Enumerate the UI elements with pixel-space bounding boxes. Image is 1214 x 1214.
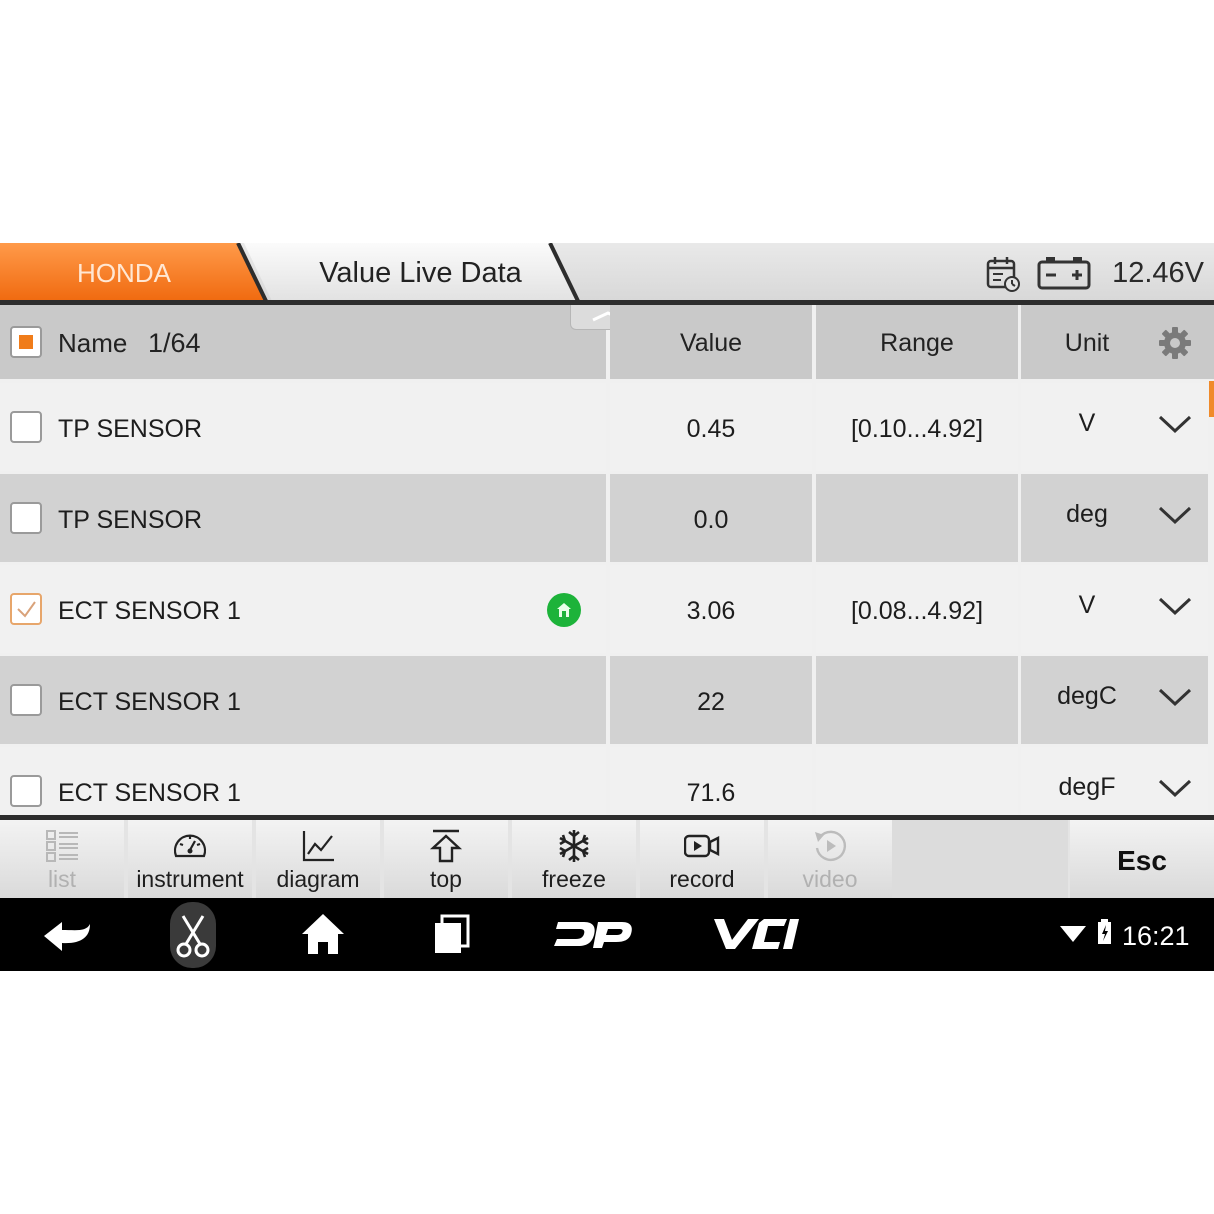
- sensor-unit: degC: [1057, 682, 1117, 710]
- sensor-range: [816, 747, 1018, 815]
- line-chart-icon: [302, 831, 334, 862]
- row-name-cell: ECT SENSOR 1: [0, 656, 606, 744]
- clock: 16:21: [1122, 921, 1190, 951]
- top-button[interactable]: top: [384, 820, 508, 898]
- instrument-button[interactable]: instrument: [128, 820, 252, 898]
- record-button[interactable]: record: [640, 820, 764, 898]
- list-button[interactable]: list: [0, 820, 124, 898]
- sensor-name: TP SENSOR: [58, 415, 203, 443]
- header-bar: HONDA Value Live Data 12.46V: [0, 243, 1214, 304]
- row-name-cell: TP SENSOR: [0, 474, 606, 562]
- battery-status-icon: [1098, 919, 1111, 944]
- table-row[interactable]: ECT SENSOR 1 71.6 degF: [0, 747, 1214, 815]
- list-label: list: [47, 866, 77, 892]
- unit-selector[interactable]: degF: [1021, 747, 1208, 815]
- system-navbar: 16:21: [0, 898, 1214, 971]
- table-row[interactable]: ECT SENSOR 1 3.06 [0.08...4.92] V: [0, 565, 1214, 653]
- esc-button[interactable]: Esc: [1070, 820, 1214, 898]
- unit-selector[interactable]: degC: [1021, 656, 1208, 744]
- row-name-cell: TP SENSOR: [0, 383, 606, 471]
- sensor-name: ECT SENSOR 1: [58, 779, 241, 807]
- row-name-cell: ECT SENSOR 1: [0, 565, 606, 653]
- instrument-label: instrument: [136, 866, 244, 892]
- freeze-label: freeze: [542, 866, 606, 892]
- sensor-unit: deg: [1066, 500, 1108, 528]
- chevron-down-icon: [1158, 688, 1192, 707]
- arrow-top-icon: [429, 829, 463, 863]
- snowflake-icon: [559, 830, 589, 862]
- top-label: top: [430, 866, 462, 892]
- list-icon: [46, 830, 78, 862]
- column-header-range: Range: [816, 305, 1018, 379]
- row-name-cell: ECT SENSOR 1: [0, 747, 606, 815]
- video-camera-icon: [684, 834, 720, 858]
- diagram-label: diagram: [276, 866, 360, 892]
- video-button[interactable]: video: [768, 820, 892, 898]
- back-icon[interactable]: [36, 898, 96, 971]
- sensor-range: [816, 474, 1018, 562]
- chevron-down-icon: [1158, 506, 1192, 525]
- sensor-name: ECT SENSOR 1: [58, 597, 241, 625]
- unit-selector[interactable]: deg: [1021, 474, 1208, 562]
- column-header-value: Value: [610, 305, 812, 379]
- checkmark-icon: [17, 601, 36, 618]
- app-screen: HONDA Value Live Data 12.46V Name 1/64 V…: [0, 243, 1214, 971]
- toolbar-spacer: [892, 820, 1068, 898]
- calendar-icon[interactable]: [985, 255, 1021, 293]
- sensor-unit: V: [1078, 409, 1096, 437]
- replay-icon: [815, 830, 847, 861]
- column-header-name: Name 1/64: [0, 305, 606, 379]
- select-all-checkbox[interactable]: [10, 326, 42, 358]
- sensor-range: [0.08...4.92]: [816, 565, 1018, 653]
- unit-selector[interactable]: V: [1021, 383, 1208, 471]
- page-title: Value Live Data: [319, 257, 522, 289]
- sensor-name: ECT SENSOR 1: [58, 688, 241, 716]
- video-label: video: [802, 866, 858, 892]
- sensor-value: 22: [610, 656, 812, 744]
- table-row[interactable]: ECT SENSOR 1 22 degC: [0, 656, 1214, 744]
- screenshot-button[interactable]: [170, 902, 216, 968]
- record-label: record: [669, 866, 735, 892]
- home-icon[interactable]: [298, 898, 348, 971]
- sensor-range: [0.10...4.92]: [816, 383, 1018, 471]
- sensor-value: 3.06: [610, 565, 812, 653]
- gear-icon[interactable]: [1157, 325, 1193, 361]
- diagram-button[interactable]: diagram: [256, 820, 380, 898]
- dp-logo[interactable]: [554, 898, 634, 971]
- sensor-unit: V: [1078, 591, 1096, 619]
- house-icon: [557, 603, 571, 617]
- item-count: 1/64: [148, 328, 201, 358]
- column-name-label: Name: [58, 328, 128, 358]
- sensor-name: TP SENSOR: [58, 506, 203, 534]
- sensor-value: 0.0: [610, 474, 812, 562]
- sensor-value: 0.45: [610, 383, 812, 471]
- chevron-down-icon: [1158, 597, 1192, 616]
- gauge-icon: [173, 834, 207, 858]
- row-checkbox[interactable]: [10, 502, 42, 534]
- sensor-unit: degF: [1058, 773, 1116, 801]
- live-data-table: Name 1/64 Value Range Unit TP SENSOR 0.4…: [0, 305, 1214, 815]
- row-checkbox[interactable]: [10, 411, 42, 443]
- bottom-toolbar: list instrument diagram top freeze recor…: [0, 820, 1214, 898]
- freeze-button[interactable]: freeze: [512, 820, 636, 898]
- sensor-range: [816, 656, 1018, 744]
- voltage-readout: 12.46V: [1112, 257, 1204, 289]
- brand-label: HONDA: [77, 258, 171, 288]
- status-indicator[interactable]: [547, 593, 581, 627]
- table-row[interactable]: TP SENSOR 0.0 deg: [0, 474, 1214, 562]
- row-checkbox[interactable]: [10, 684, 42, 716]
- wifi-icon: [1060, 926, 1086, 942]
- row-checkbox[interactable]: [10, 593, 42, 625]
- chevron-down-icon: [1158, 779, 1192, 798]
- chevron-down-icon: [1158, 415, 1192, 434]
- row-checkbox[interactable]: [10, 775, 42, 807]
- vci-logo[interactable]: [712, 898, 802, 971]
- unit-selector[interactable]: V: [1021, 565, 1208, 653]
- sensor-value: 71.6: [610, 747, 812, 815]
- recent-apps-icon[interactable]: [428, 898, 476, 971]
- table-row[interactable]: TP SENSOR 0.45 [0.10...4.92] V: [0, 383, 1214, 471]
- column-unit-label: Unit: [1064, 329, 1110, 357]
- scissors-icon: [176, 915, 210, 958]
- battery-icon: [1037, 257, 1091, 290]
